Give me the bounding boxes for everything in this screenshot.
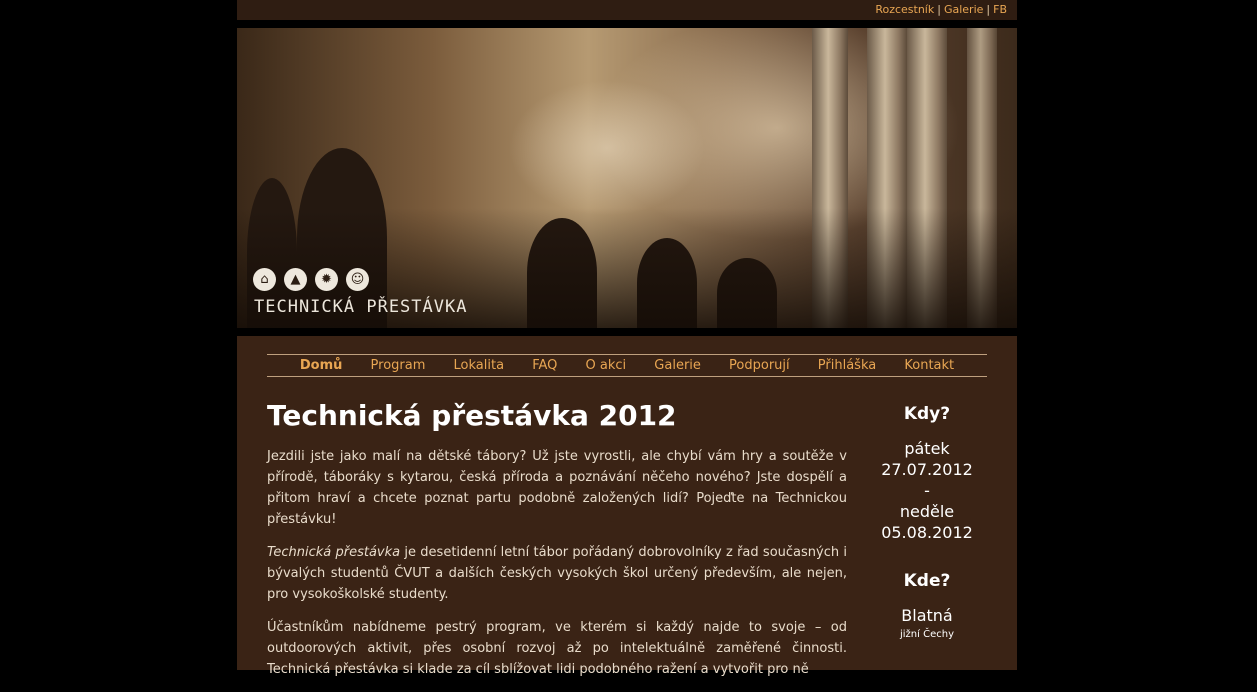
page-title: Technická přestávka 2012 [267,399,677,432]
camp-name: Technická přestávka [267,545,401,560]
where-title: Kde? [903,571,951,591]
intro-paragraph: Jezdili jste jako malí na dětské tábory?… [267,449,847,527]
sidebar-info: Kdy? pátek 27.07.2012 - neděle 05.08.201… [857,404,997,668]
program-paragraph: Účastníkům nabídneme pestrý program, ve … [267,620,847,677]
main-nav: Domů Program Lokalita FAQ O akci Galerie… [267,354,987,377]
nav-item-lokalita[interactable]: Lokalita [454,358,505,373]
logo-icons: ⌂ ▲ ✹ ☺ [253,268,369,291]
nav-item-galerie[interactable]: Galerie [654,358,701,373]
nav-item-faq[interactable]: FAQ [532,358,557,373]
start-day: pátek [904,439,950,458]
people-icon: ☺ [346,268,369,291]
link-galerie[interactable]: Galerie [944,3,983,16]
header-banner: ⌂ ▲ ✹ ☺ TECHNICKÁ PŘESTÁVKA [237,28,1017,328]
when-title: Kdy? [903,404,951,424]
date-dash: - [924,481,930,500]
when-block: Kdy? pátek 27.07.2012 - neděle 05.08.201… [857,404,997,543]
top-bar: Rozcestník | Galerie | FB [237,0,1017,20]
link-fb[interactable]: FB [993,3,1007,16]
nav-item-domu[interactable]: Domů [300,358,343,373]
end-date: 05.08.2012 [881,523,973,542]
nav-item-kontakt[interactable]: Kontakt [904,358,954,373]
content-panel: Domů Program Lokalita FAQ O akci Galerie… [237,336,1017,677]
place-name: Blatná [901,606,953,625]
nav-item-program[interactable]: Program [371,358,426,373]
nav-item-o-akci[interactable]: O akci [586,358,627,373]
link-rozcestnik[interactable]: Rozcestník [875,3,934,16]
tent-icon: ⌂ [253,268,276,291]
nav-item-podporuji[interactable]: Podporují [729,358,790,373]
start-date: 27.07.2012 [881,460,973,479]
site-logo-text[interactable]: TECHNICKÁ PŘESTÁVKA [254,297,467,317]
where-block: Kde? Blatná jižní Čechy [857,571,997,640]
separator: | [986,3,991,16]
place-region: jižní Čechy [900,629,954,640]
main-article: Technická přestávka 2012 Jezdili jste ja… [267,399,847,692]
end-day: neděle [899,502,955,521]
tree-icon: ▲ [284,268,307,291]
about-paragraph: Technická přestávka je desetidenní letní… [267,542,847,605]
sun-icon: ✹ [315,268,338,291]
separator: | [937,3,941,16]
nav-item-prihlaska[interactable]: Přihláška [818,358,876,373]
page: Rozcestník | Galerie | FB ⌂ ▲ ✹ ☺ TECHNICKÁ … [237,0,1017,677]
